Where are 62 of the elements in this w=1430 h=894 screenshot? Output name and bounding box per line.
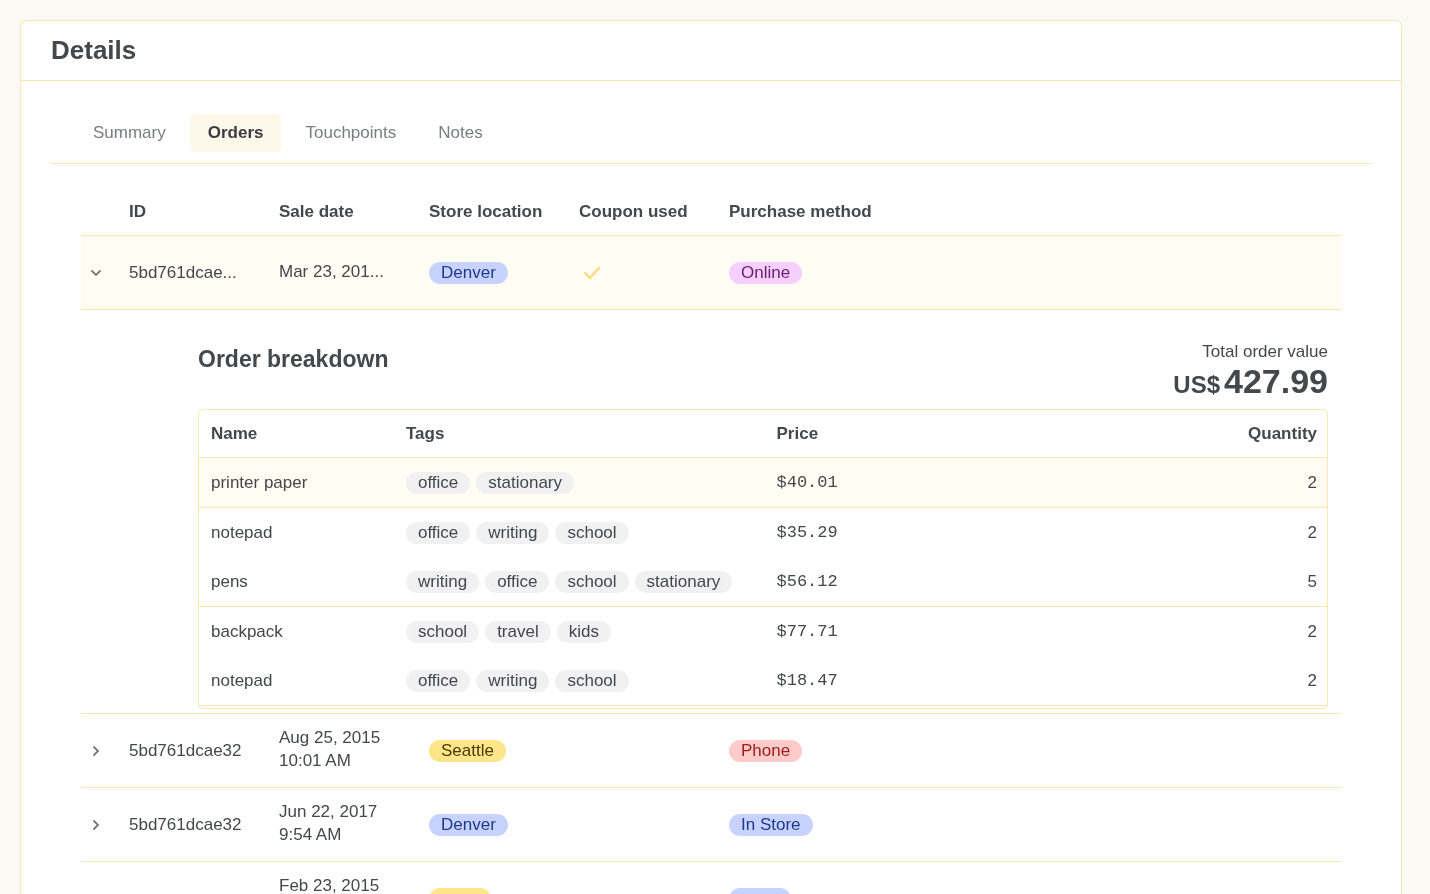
tag: writing	[476, 669, 550, 692]
item-quantity: 2	[1306, 621, 1317, 642]
item-name: backpack	[211, 621, 284, 643]
tag: school	[555, 570, 629, 593]
item-price: $18.47	[776, 671, 839, 690]
column-header: Purchase method	[729, 202, 873, 222]
tag: office	[406, 471, 471, 494]
tag: stationary	[476, 471, 575, 494]
tag: school	[555, 521, 629, 544]
tag: stationary	[634, 570, 733, 593]
column-header: Price	[776, 423, 820, 444]
item-name: pens	[211, 571, 249, 593]
store-badge: Denver	[429, 261, 508, 284]
sale-date: Aug 25, 2015 10:01 AM	[279, 727, 382, 772]
store-badge: Denver	[429, 813, 508, 836]
method-badge: Online	[729, 261, 803, 284]
item-name: notepad	[211, 670, 274, 692]
sale-date: Mar 23, 201...	[279, 260, 385, 283]
tag: office	[406, 669, 471, 692]
column-header: Quantity	[1247, 423, 1317, 444]
sale-date: Jun 22, 2017 9:54 AM	[279, 801, 379, 846]
order-id: 5bd761dcae32	[129, 740, 243, 762]
item-price: $35.29	[776, 523, 839, 542]
store-badge: Seattle	[429, 739, 506, 762]
tab[interactable]: Notes	[420, 114, 501, 152]
tag: school	[555, 669, 629, 692]
tag: school	[406, 620, 480, 643]
breakdown-title: Order breakdown	[198, 346, 389, 373]
column-header: Sale date	[279, 202, 355, 222]
total-label: Total order value	[1202, 342, 1328, 362]
column-header: ID	[129, 202, 147, 222]
item-quantity: 5	[1306, 571, 1317, 592]
order-id: 5bd761dcae...	[129, 262, 238, 284]
tag: travel	[485, 620, 551, 643]
column-header: Coupon used	[579, 202, 689, 222]
tag: office	[485, 570, 550, 593]
item-quantity: 2	[1306, 522, 1317, 543]
tag: writing	[476, 521, 550, 544]
tag: writing	[406, 570, 480, 593]
order-id: 5bd761dcae32	[129, 814, 243, 836]
total-amount: 427.99	[1224, 362, 1328, 401]
column-header: Name	[211, 423, 259, 444]
item-quantity: 2	[1306, 472, 1317, 493]
currency-code: US$	[1173, 371, 1220, 399]
tab[interactable]: Orders	[189, 114, 282, 152]
item-name: printer paper	[211, 472, 309, 494]
tag: kids	[556, 620, 611, 643]
order-row[interactable]: 5bd761dcae... Mar 23, 201... Denver Online	[81, 236, 1341, 310]
card-title: Details	[51, 35, 137, 66]
item-quantity: 2	[1306, 670, 1317, 691]
item-name: notepad	[211, 522, 274, 544]
column-header: Tags	[406, 423, 446, 444]
sale-date: Feb 23, 2015	[279, 875, 381, 894]
column-header: Store location	[429, 202, 544, 222]
tab[interactable]: Touchpoints	[287, 114, 415, 152]
item-price: $56.12	[776, 572, 839, 591]
method-badge: Phone	[729, 739, 803, 762]
tab[interactable]: Summary	[75, 114, 184, 152]
tag: office	[406, 521, 471, 544]
method-badge: In Store	[729, 813, 813, 836]
item-price: $77.71	[776, 622, 839, 641]
item-price: $40.01	[776, 473, 839, 492]
